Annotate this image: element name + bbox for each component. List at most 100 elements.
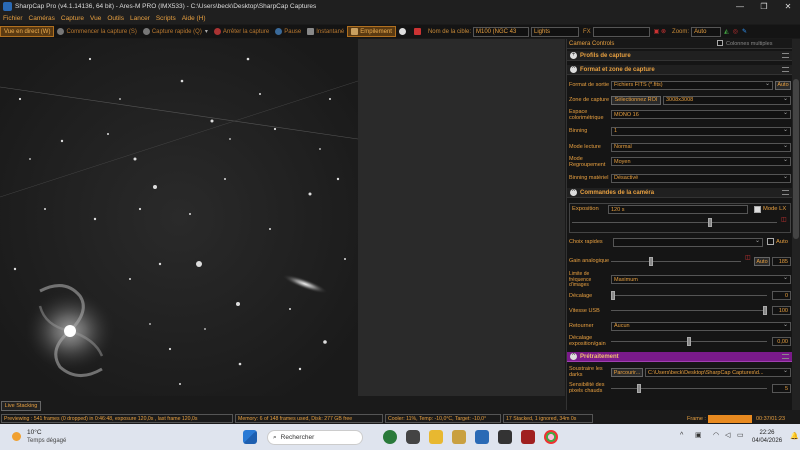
app-red-icon[interactable] bbox=[521, 430, 535, 444]
output-auto-button[interactable]: Auto bbox=[775, 80, 791, 90]
folder-icon[interactable] bbox=[452, 430, 466, 444]
camera-image-view[interactable] bbox=[0, 39, 358, 396]
tool-icon[interactable]: ✎ bbox=[742, 28, 747, 35]
battery-icon[interactable]: ▭ bbox=[737, 431, 744, 439]
start-capture-button[interactable]: Commencer la capture (S) bbox=[54, 26, 139, 37]
binning-select[interactable]: 1 bbox=[611, 126, 791, 136]
exposure-gain-offset-knob[interactable] bbox=[687, 337, 691, 346]
maximize-button[interactable]: ❐ bbox=[752, 0, 776, 13]
select-roi-button[interactable]: Sélectionnez ROI bbox=[611, 95, 661, 105]
collapse-icon[interactable]: ^ bbox=[570, 66, 577, 73]
flip-select[interactable]: Aucun bbox=[611, 321, 791, 331]
wifi-icon[interactable]: ◠ bbox=[713, 431, 719, 439]
menu-vue[interactable]: Vue bbox=[90, 15, 101, 22]
hamburger-icon[interactable] bbox=[782, 354, 789, 359]
collapse-icon[interactable]: ^ bbox=[570, 353, 577, 360]
tray-app-icon[interactable]: ▣ bbox=[695, 431, 702, 439]
start-menu-icon[interactable] bbox=[243, 430, 257, 444]
hamburger-icon[interactable] bbox=[782, 190, 789, 195]
stop-capture-button[interactable]: Arrêter la capture bbox=[211, 26, 272, 37]
section-profiles[interactable]: + Profils de capture bbox=[567, 51, 792, 61]
scrollbar-thumb[interactable] bbox=[793, 79, 799, 239]
usb-speed-slider[interactable] bbox=[611, 306, 767, 315]
menu-aide[interactable]: Aide (H) bbox=[182, 15, 206, 22]
minimize-button[interactable]: — bbox=[728, 0, 752, 13]
reticle-icon[interactable]: ◎ bbox=[733, 28, 738, 35]
histogram-icon[interactable]: ◭ bbox=[724, 28, 729, 35]
usb-speed-slider-knob[interactable] bbox=[763, 306, 767, 315]
volume-icon[interactable]: ◁ bbox=[725, 431, 730, 439]
menu-capture[interactable]: Capture bbox=[61, 15, 84, 22]
expand-icon[interactable]: + bbox=[570, 52, 577, 59]
offset-value[interactable]: 0 bbox=[772, 291, 791, 300]
gain-step-icon[interactable]: ◫ bbox=[745, 254, 751, 261]
tray-chevron-icon[interactable]: ^ bbox=[680, 432, 683, 439]
gain-slider[interactable] bbox=[611, 257, 741, 266]
menu-outils[interactable]: Outils bbox=[107, 15, 124, 22]
section-format[interactable]: ^ Format et zone de capture bbox=[567, 65, 792, 75]
exposure-slider[interactable] bbox=[572, 218, 777, 227]
menu-lancer[interactable]: Lancer bbox=[130, 15, 150, 22]
fx-icons[interactable]: ▣ ⊗ bbox=[654, 28, 666, 35]
taskbar-clock[interactable]: 22:26 04/04/2026 bbox=[752, 429, 782, 445]
collapse-icon[interactable]: ^ bbox=[570, 189, 577, 196]
panel-scrollbar[interactable] bbox=[792, 39, 800, 410]
chrome-icon[interactable] bbox=[544, 430, 558, 444]
sharpcap-taskbar-icon[interactable] bbox=[498, 430, 512, 444]
browse-darks-button[interactable]: Parcourir... bbox=[611, 368, 643, 377]
frame-type-select[interactable]: Lights bbox=[531, 26, 579, 37]
taskbar-search[interactable]: ⌕ Rechercher bbox=[267, 430, 363, 445]
file-explorer-icon[interactable] bbox=[429, 430, 443, 444]
exposure-gain-offset-value[interactable]: 0,00 bbox=[772, 337, 791, 346]
close-button[interactable]: ✕ bbox=[776, 0, 800, 13]
gain-auto-button[interactable]: Auto bbox=[754, 257, 770, 266]
exposure-input[interactable]: 120 s bbox=[608, 205, 748, 214]
darks-path-select[interactable]: C:\Users\beck\Desktop\SharpCap Captures\… bbox=[645, 368, 791, 377]
hot-pixels-slider[interactable] bbox=[611, 384, 767, 393]
quick-auto-checkbox[interactable] bbox=[767, 238, 774, 245]
offset-slider[interactable] bbox=[611, 291, 767, 300]
target-name-input[interactable]: M100 (NGC 43 bbox=[473, 26, 529, 37]
chevron-down-icon[interactable]: ▾ bbox=[205, 28, 208, 35]
hamburger-icon[interactable] bbox=[782, 67, 789, 72]
zoom-select[interactable]: Auto bbox=[691, 26, 722, 37]
output-format-select[interactable]: Fichiers FITS (*.fits) bbox=[611, 80, 773, 90]
menu-cameras[interactable]: Caméras bbox=[29, 15, 55, 22]
colorspace-select[interactable]: MONO 16 bbox=[611, 110, 791, 119]
menu-fichier[interactable]: Fichier bbox=[3, 15, 23, 22]
live-stacking-tab[interactable]: Live Stacking bbox=[1, 401, 41, 411]
fps-limit-select[interactable]: Maximum bbox=[611, 275, 791, 284]
app-blue-icon[interactable] bbox=[475, 430, 489, 444]
snapshot-button[interactable]: Instantané bbox=[304, 26, 347, 37]
exposure-step-icon[interactable]: ◫ bbox=[781, 216, 787, 223]
hamburger-icon[interactable] bbox=[782, 53, 789, 58]
live-view-button[interactable]: Vue en direct (W) bbox=[0, 26, 55, 37]
stacking-button[interactable]: Empilement bbox=[347, 26, 396, 37]
capture-zone-select[interactable]: 3008x3008 bbox=[663, 95, 791, 105]
app-green-icon[interactable] bbox=[383, 430, 397, 444]
app-dark-icon[interactable] bbox=[406, 430, 420, 444]
gain-value[interactable]: 185 bbox=[772, 257, 791, 266]
fx-select[interactable] bbox=[592, 26, 650, 37]
group-mode-select[interactable]: Moyen bbox=[611, 157, 791, 166]
pause-button[interactable]: Pause bbox=[272, 26, 304, 37]
hot-pixels-value[interactable]: 5 bbox=[772, 384, 791, 393]
usb-speed-value[interactable]: 100 bbox=[772, 306, 791, 315]
exposure-gain-offset-slider[interactable] bbox=[611, 337, 767, 346]
hardware-binning-select[interactable]: Désactivé bbox=[611, 173, 791, 183]
section-preprocessing[interactable]: ^ Prétraitement bbox=[567, 352, 792, 362]
notification-icon[interactable]: 🔔 bbox=[790, 432, 799, 440]
record-button[interactable] bbox=[396, 26, 411, 37]
read-mode-select[interactable]: Normal bbox=[611, 142, 791, 152]
exposure-slider-knob[interactable] bbox=[708, 218, 712, 227]
section-camera[interactable]: ^ Commandes de la caméra bbox=[567, 188, 792, 198]
multi-columns-checkbox[interactable] bbox=[717, 40, 723, 46]
gain-slider-knob[interactable] bbox=[649, 257, 653, 266]
hot-pixels-knob[interactable] bbox=[637, 384, 641, 393]
quick-choices-select[interactable] bbox=[613, 237, 763, 247]
weather-desc[interactable]: Temps dégagé bbox=[27, 438, 66, 444]
menu-scripts[interactable]: Scripts bbox=[156, 15, 176, 22]
offset-slider-knob[interactable] bbox=[611, 291, 615, 300]
quick-capture-button[interactable]: Capture rapide (Q) ▾ bbox=[140, 26, 211, 37]
lx-mode-checkbox[interactable] bbox=[754, 206, 761, 213]
